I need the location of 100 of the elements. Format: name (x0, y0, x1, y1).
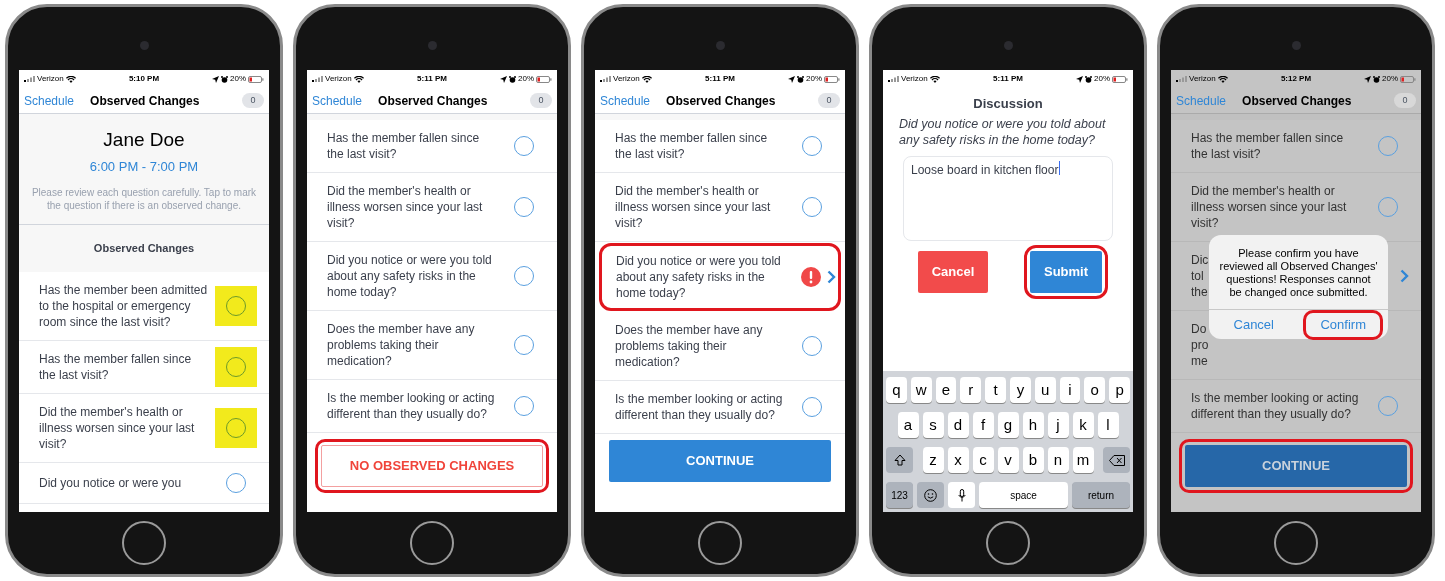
dialog-button[interactable]: Confirm (1306, 312, 1380, 337)
keyboard-key[interactable]: c (972, 447, 994, 473)
emoji-key[interactable] (917, 482, 944, 508)
keyboard-key[interactable]: p (1109, 377, 1130, 403)
question-text[interactable]: Does the member have any problems taking their medication? (615, 322, 785, 370)
continue-button[interactable]: CONTINUE (609, 440, 831, 482)
keyboard-key[interactable]: a (897, 412, 919, 438)
keyboard-key[interactable]: o (1084, 377, 1106, 403)
question-text[interactable]: Did you notice or were you told about any safety risks in the home today? (616, 253, 786, 301)
location-arrow-icon (1076, 75, 1083, 83)
chat-badge[interactable]: 0 (1394, 93, 1416, 108)
wifi-icon (353, 75, 364, 83)
keyboard-key[interactable]: f (972, 412, 994, 438)
home-button[interactable] (410, 521, 454, 565)
location-arrow-icon (500, 75, 507, 83)
home-button[interactable] (122, 521, 166, 565)
text-cursor (1059, 160, 1061, 175)
keyboard-key[interactable]: t (985, 377, 1006, 403)
keyboard-key[interactable]: n (1047, 447, 1069, 473)
battery-icon (536, 75, 552, 83)
keyboard-key[interactable]: i (1059, 377, 1081, 403)
question-text[interactable]: Has the member fallen since the last visit? (1191, 130, 1361, 162)
delete-key[interactable] (1103, 447, 1130, 473)
space-key[interactable]: space (979, 482, 1068, 508)
question-text[interactable]: Is the member looking or acting different than they usually do? (1191, 390, 1361, 422)
dictation-key[interactable] (948, 482, 975, 508)
keyboard-key[interactable]: e (935, 377, 957, 403)
screen-title: Observed Changes (666, 92, 776, 110)
numbers-key[interactable]: 123 (886, 482, 913, 508)
question-text[interactable]: Has the member fallen since the last visit? (327, 130, 497, 162)
answer-field[interactable]: Loose board in kitchen floor (903, 155, 1113, 241)
cancel-button[interactable]: Cancel (918, 250, 988, 293)
submit-button[interactable]: Submit (1030, 250, 1102, 293)
back-link[interactable]: Schedule (312, 91, 363, 110)
signal-icon (312, 76, 323, 82)
chat-badge[interactable]: 0 (818, 93, 840, 108)
return-key[interactable]: return (1072, 482, 1130, 508)
keyboard-key[interactable]: u (1034, 377, 1056, 403)
home-button[interactable] (1274, 521, 1318, 565)
screen-title: Observed Changes (90, 92, 200, 110)
alarm-clock-icon (797, 75, 804, 83)
keyboard-key[interactable]: k (1072, 412, 1094, 438)
wifi-icon (641, 75, 652, 83)
battery-icon (824, 75, 840, 83)
keyboard-key[interactable]: x (947, 447, 969, 473)
question-text[interactable]: Did the member's health or illness worsen since your last visit? (615, 183, 785, 231)
question-text[interactable]: Is the member looking or acting different than they usually do? (327, 390, 497, 422)
keyboard-key[interactable]: r (960, 377, 982, 403)
alarm-clock-icon (509, 75, 516, 83)
keyboard-key[interactable]: y (1010, 377, 1031, 403)
question-text[interactable]: Is the member looking or acting different than they usually do? (615, 391, 785, 423)
chat-badge[interactable]: 0 (242, 93, 264, 108)
battery-percent: 20% (230, 73, 246, 85)
home-button[interactable] (986, 521, 1030, 565)
screen-title: Observed Changes (1242, 92, 1352, 110)
location-arrow-icon (212, 75, 219, 83)
battery-icon (1400, 75, 1416, 83)
keyboard-key[interactable]: d (947, 412, 969, 438)
battery-percent: 20% (518, 73, 534, 85)
question-text[interactable]: Did the member's health or illness worsen since your last visit? (39, 404, 209, 452)
shift-key[interactable] (886, 447, 913, 473)
battery-percent: 20% (1094, 73, 1110, 85)
question-text[interactable]: Did you notice or were you told about any safety risks in the home today? (327, 252, 497, 300)
question-text[interactable]: Has the member fallen since the last visit? (39, 351, 209, 383)
question-text[interactable]: Did you notice or were you (39, 475, 209, 491)
instructions-text: Please review each question carefully. Tap to mark the question if there is an observed change. (30, 186, 258, 212)
dialog-title: Discussion (972, 95, 1044, 113)
question-text[interactable]: Does the member have any problems taking their medication? (327, 321, 497, 369)
shift-arrow-icon (893, 454, 906, 466)
keyboard-key[interactable]: b (1022, 447, 1044, 473)
camera-lens (139, 41, 149, 50)
status-time: 5:11 PM (704, 73, 736, 85)
keyboard-key[interactable]: j (1047, 412, 1069, 438)
back-link[interactable]: Schedule (600, 91, 651, 110)
home-button[interactable] (698, 521, 742, 565)
battery-percent: 20% (1382, 73, 1398, 85)
chevron-right-icon (827, 270, 836, 284)
question-text[interactable]: Did the member's health or illness worsen since your last visit? (1191, 183, 1361, 231)
keyboard-key[interactable]: z (922, 447, 944, 473)
no-changes-button[interactable]: NO OBSERVED CHANGES (321, 445, 543, 487)
keyboard-key[interactable]: l (1097, 412, 1119, 438)
question-text[interactable]: Has the member been admitted to the hospital or emergency room since the last visit? (39, 282, 209, 330)
question-text[interactable]: Did the member's health or illness worsen since your last visit? (327, 183, 497, 231)
location-arrow-icon (788, 75, 795, 83)
alarm-clock-icon (1373, 75, 1380, 83)
keyboard-key[interactable]: g (997, 412, 1019, 438)
keyboard-key[interactable]: w (910, 377, 932, 403)
carrier-name: Verizon (325, 73, 352, 85)
keyboard-key[interactable]: q (886, 377, 907, 403)
status-time: 5:10 PM (127, 73, 161, 85)
question-text[interactable]: Has the member fallen since the last visit? (615, 130, 785, 162)
continue-button[interactable]: CONTINUE (1185, 445, 1407, 487)
keyboard-key[interactable]: v (997, 447, 1019, 473)
keyboard-key[interactable]: h (1022, 412, 1044, 438)
keyboard-key[interactable]: s (922, 412, 944, 438)
battery-icon (1112, 75, 1128, 83)
chat-badge[interactable]: 0 (530, 93, 552, 108)
back-link[interactable]: Schedule (24, 91, 75, 110)
keyboard-key[interactable]: m (1072, 447, 1094, 473)
screen-title: Observed Changes (378, 92, 488, 110)
